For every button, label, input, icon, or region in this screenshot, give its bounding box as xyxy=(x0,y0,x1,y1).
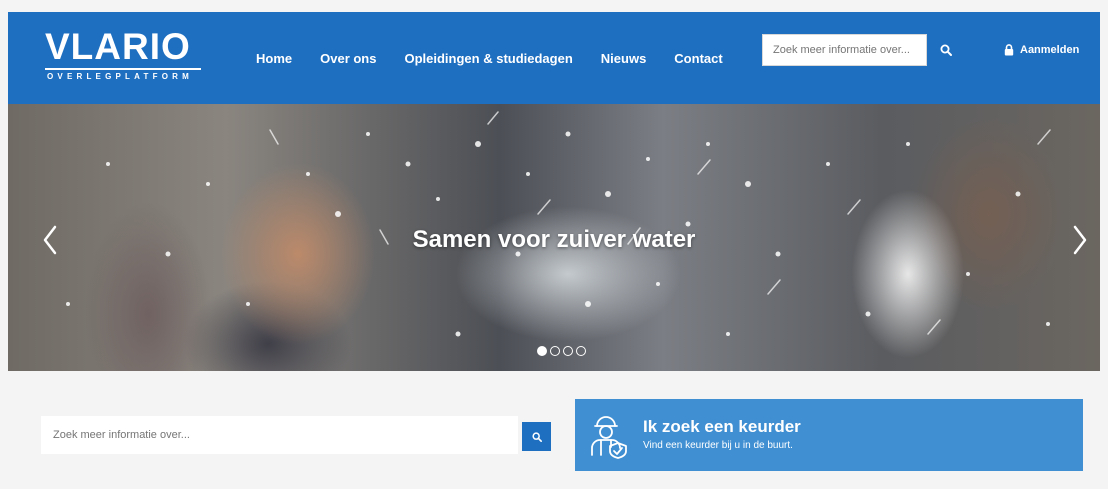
slider-dot-4[interactable] xyxy=(576,346,586,356)
search-icon xyxy=(940,44,952,56)
chevron-right-icon xyxy=(1073,225,1087,255)
slider-dot-1[interactable] xyxy=(537,346,547,356)
slider-dots xyxy=(537,346,589,356)
nav-home[interactable]: Home xyxy=(256,51,292,66)
content-search-input[interactable] xyxy=(41,416,518,454)
hero-slider[interactable]: Samen voor zuiver water xyxy=(8,104,1100,371)
inspector-icon xyxy=(591,416,627,459)
nav-nieuws[interactable]: Nieuws xyxy=(601,51,647,66)
inspector-card-subtitle: Vind een keurder bij u in de buurt. xyxy=(643,440,793,451)
logo-divider xyxy=(45,68,201,70)
content-search-field xyxy=(41,416,518,454)
slider-dot-3[interactable] xyxy=(563,346,573,356)
hero-title: Samen voor zuiver water xyxy=(412,226,696,253)
header-search-button[interactable] xyxy=(928,34,964,66)
site-header: VLARIO OVERLEGPLATFORM Home Over ons Opl… xyxy=(8,12,1100,104)
logo-title: VLARIO xyxy=(45,26,191,67)
inspector-card-title: Ik zoek een keurder xyxy=(643,417,801,436)
logo-subtitle: OVERLEGPLATFORM xyxy=(47,72,193,81)
chevron-left-icon xyxy=(43,225,57,255)
nav-opleidingen[interactable]: Opleidingen & studiedagen xyxy=(404,51,572,66)
nav-contact[interactable]: Contact xyxy=(674,51,722,66)
content-search-button[interactable] xyxy=(522,422,551,451)
header-search-input[interactable] xyxy=(763,35,926,65)
login-button[interactable]: Aanmelden xyxy=(1004,34,1079,66)
find-inspector-card[interactable]: Ik zoek een keurder Vind een keurder bij… xyxy=(575,399,1083,471)
slider-next-button[interactable] xyxy=(1068,222,1092,258)
logo[interactable]: VLARIO OVERLEGPLATFORM xyxy=(45,26,201,88)
login-label: Aanmelden xyxy=(1020,44,1080,56)
slider-prev-button[interactable] xyxy=(38,222,62,258)
page: VLARIO OVERLEGPLATFORM Home Over ons Opl… xyxy=(0,0,1108,489)
header-search-field xyxy=(762,34,927,66)
nav-over-ons[interactable]: Over ons xyxy=(320,51,376,66)
search-icon xyxy=(531,431,542,442)
main-nav: Home Over ons Opleidingen & studiedagen … xyxy=(256,12,751,104)
lock-icon xyxy=(1004,44,1014,56)
slider-dot-2[interactable] xyxy=(550,346,560,356)
